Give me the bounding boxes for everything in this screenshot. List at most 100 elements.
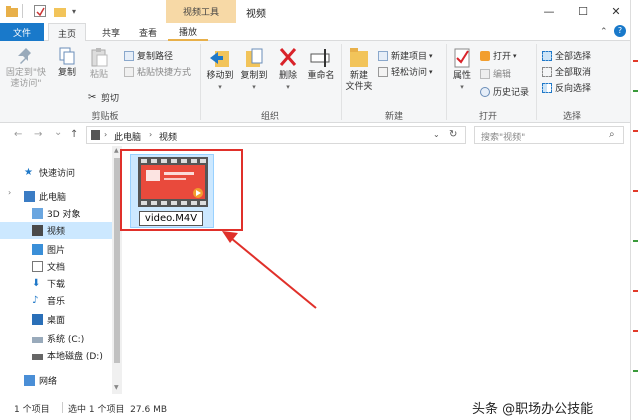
breadcrumb-videos[interactable]: 视频	[159, 130, 177, 143]
tab-share[interactable]: 共享	[92, 23, 130, 41]
highlight-box	[120, 149, 243, 231]
ribbon-collapse-icon[interactable]: ⌃	[600, 27, 608, 37]
decor-mark	[633, 290, 638, 292]
refresh-icon[interactable]: ↻	[449, 129, 457, 140]
open-button[interactable]: 打开 ▾	[480, 49, 517, 62]
back-button[interactable]: ←	[14, 129, 22, 140]
scroll-down-icon[interactable]: ▼	[114, 384, 119, 391]
minimize-button[interactable]: —	[532, 0, 566, 23]
history-button[interactable]: 历史记录	[480, 85, 529, 98]
copy-button[interactable]: 复制	[52, 47, 82, 79]
nav-item-label: 桌面	[47, 316, 66, 326]
tab-view[interactable]: 查看	[130, 23, 166, 41]
history-icon	[480, 86, 490, 97]
nav-item-label: 此电脑	[39, 193, 67, 203]
edit-button[interactable]: 编辑	[480, 67, 511, 80]
select-all-button[interactable]: 全部选择	[542, 49, 591, 62]
nav-item-label: 文档	[47, 263, 66, 273]
copy-path-button[interactable]: 复制路径	[124, 49, 173, 62]
move-to-button[interactable]: 移动到 ▾	[203, 47, 237, 93]
recent-locations-dropdown[interactable]: ⌄	[54, 127, 62, 138]
nav-item-label: 网络	[39, 377, 58, 387]
new-folder-label: 新建 文件夹	[345, 71, 373, 92]
clipboard-group-label: 剪贴板	[91, 112, 119, 122]
new-item-dropdown-icon: ▾	[429, 51, 433, 60]
paste-shortcut-label: 粘贴快捷方式	[137, 68, 192, 78]
nav-item-label: 下载	[47, 280, 66, 290]
nav-item[interactable]: 网络	[0, 372, 112, 389]
ribbon: 固定到"快 速访问" 复制 粘贴 复制路径 粘贴快捷方式 ✂ 剪切 剪贴板 移动到…	[0, 41, 630, 123]
search-input[interactable]: 搜索"视频" ⌕	[474, 126, 624, 144]
nav-item-label: 图片	[47, 246, 66, 256]
tab-home[interactable]: 主页	[48, 23, 86, 42]
properties-button[interactable]: 属性 ▾	[448, 47, 476, 93]
cut-button[interactable]: ✂ 剪切	[88, 91, 119, 104]
folder-icon[interactable]	[54, 5, 66, 17]
watermark-text: 头条 @职场办公技能	[470, 395, 596, 420]
new-folder-button[interactable]: 新建 文件夹	[344, 47, 374, 93]
maximize-button[interactable]: ☐	[566, 0, 600, 23]
invert-selection-button[interactable]: 反向选择	[542, 81, 591, 94]
side-decoration	[631, 0, 640, 420]
quick-access-dropdown-icon[interactable]: ▾	[68, 5, 80, 17]
expand-chevron-icon[interactable]: ›	[8, 188, 11, 197]
paste-label: 粘贴	[89, 70, 108, 80]
network-icon	[24, 375, 35, 386]
breadcrumb-this-pc[interactable]: 此电脑	[114, 130, 141, 143]
rename-button[interactable]: 重命名	[303, 47, 339, 82]
nav-item-label: 音乐	[47, 297, 66, 307]
nav-item[interactable]: 3D 对象	[0, 205, 112, 222]
nav-item[interactable]: 文档	[0, 258, 112, 275]
pin-quick-access-button[interactable]: 固定到"快 速访问"	[4, 47, 48, 90]
up-button[interactable]: ↑	[70, 129, 78, 140]
check-square-icon[interactable]	[34, 5, 46, 17]
copy-path-label: 复制路径	[137, 52, 174, 62]
nav-item[interactable]: 系统 (C:)	[0, 330, 112, 347]
tab-play[interactable]: 播放	[168, 23, 208, 41]
copy-to-button[interactable]: 复制到 ▾	[237, 47, 271, 93]
new-item-label: 新建项目	[391, 52, 428, 62]
history-label: 历史记录	[493, 88, 530, 98]
address-bar[interactable]: › 此电脑 › 视频 ⌄ ↻	[86, 126, 466, 144]
nav-item[interactable]: 此电脑	[0, 188, 112, 205]
decor-mark	[633, 190, 638, 192]
nav-item[interactable]: ★ 快速访问	[0, 164, 112, 181]
invert-selection-icon	[542, 82, 552, 93]
item-count: 1 个项目	[14, 405, 50, 415]
help-icon[interactable]: ?	[614, 25, 626, 37]
nav-item[interactable]: 桌面	[0, 311, 112, 328]
paste-shortcut-button[interactable]: 粘贴快捷方式	[124, 65, 191, 78]
nav-item[interactable]: 图片	[0, 241, 112, 258]
forward-button[interactable]: →	[34, 129, 42, 140]
properties-dropdown-icon: ▾	[460, 83, 464, 91]
desktop-icon	[32, 314, 43, 325]
scroll-up-icon[interactable]: ▲	[114, 147, 119, 154]
nav-item[interactable]: ♪ 音乐	[0, 292, 112, 309]
nav-item-label: 视频	[47, 227, 66, 237]
address-dropdown-icon[interactable]: ⌄	[433, 130, 440, 139]
easy-access-button[interactable]: 轻松访问 ▾	[378, 65, 433, 78]
nav-item[interactable]: ⬇ 下载	[0, 275, 112, 292]
nav-item-label: 3D 对象	[47, 210, 81, 220]
drive-c-icon	[32, 337, 43, 343]
tab-file[interactable]: 文件	[0, 23, 44, 41]
easy-access-icon	[378, 66, 388, 77]
edit-label: 编辑	[493, 70, 512, 80]
nav-item[interactable]: 视频	[0, 222, 112, 239]
delete-button[interactable]: 删除 ▾	[276, 47, 300, 93]
close-button[interactable]: ✕	[599, 0, 630, 23]
new-item-button[interactable]: 新建项目 ▾	[378, 49, 433, 62]
select-none-button[interactable]: 全部取消	[542, 65, 591, 78]
search-icon[interactable]: ⌕	[609, 129, 615, 140]
nav-item[interactable]: 本地磁盘 (D:)	[0, 347, 112, 364]
pin-label: 固定到"快 速访问"	[5, 68, 47, 89]
group-separator	[200, 44, 201, 120]
qa-divider	[22, 4, 23, 18]
computer-icon	[24, 191, 35, 202]
select-all-icon	[542, 50, 552, 61]
open-label: 打开	[493, 52, 512, 62]
selected-info: 选中 1 个项目 27.6 MB	[68, 405, 168, 415]
file-list-area[interactable]: video.M4V	[120, 146, 630, 394]
context-tab-video-tools: 视频工具	[166, 0, 236, 23]
paste-button[interactable]: 粘贴	[84, 47, 114, 81]
